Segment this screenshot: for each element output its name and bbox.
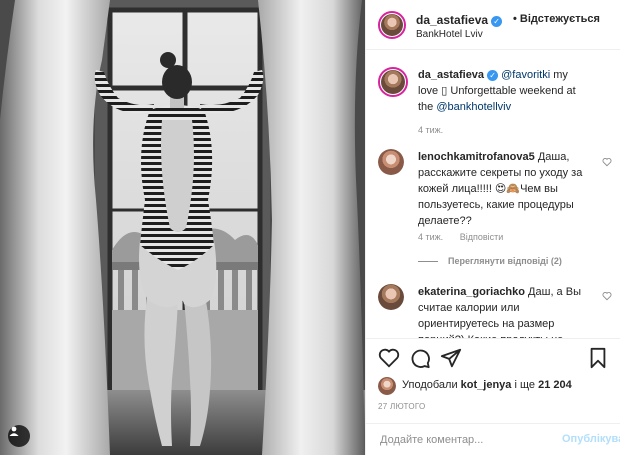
post-photo[interactable] xyxy=(0,0,365,455)
follow-status[interactable]: • Відстежується xyxy=(513,13,600,25)
verified-badge-icon: ✓ xyxy=(487,70,499,81)
publish-button[interactable]: Опублікувати xyxy=(562,433,620,445)
reply-button[interactable]: Відповісти xyxy=(460,232,504,242)
mention-favoritki[interactable]: @favoritki xyxy=(501,69,550,81)
add-comment-bar: Опублікувати xyxy=(366,423,620,456)
user-tag-icon[interactable] xyxy=(8,425,30,447)
likes-count[interactable]: 21 204 xyxy=(538,379,572,391)
liker-avatar[interactable] xyxy=(378,377,396,395)
comment-username[interactable]: lenochkamitrofanova5 xyxy=(418,151,535,163)
caption-username[interactable]: da_astafieva xyxy=(418,69,484,81)
view-replies-button[interactable]: Переглянути відповіді (2) xyxy=(418,256,562,266)
post-location[interactable]: BankHotel Lviv xyxy=(416,29,483,40)
post-header: da_astafieva ✓ • Відстежується BankHotel … xyxy=(366,0,620,50)
caption-avatar[interactable] xyxy=(378,67,408,97)
mention-bankhotellviv[interactable]: @bankhotellviv xyxy=(436,101,511,113)
comment-username[interactable]: ekaterina_goriachko xyxy=(418,286,525,298)
instagram-post: da_astafieva ✓ • Відстежується BankHotel … xyxy=(0,0,620,455)
caption-text: da_astafieva ✓ @favoritki my love ▯ Unfor… xyxy=(418,69,576,113)
comment-input[interactable] xyxy=(380,432,540,448)
author-username[interactable]: da_astafieva ✓ xyxy=(416,13,503,27)
bookmark-icon[interactable] xyxy=(588,347,608,369)
comment-meta: 4 тиж. Відповісти xyxy=(418,232,503,242)
comment-text: lenochkamitrofanova5 Даша, расскажите се… xyxy=(418,151,583,227)
comment-avatar[interactable] xyxy=(378,284,404,310)
comment-avatar[interactable] xyxy=(378,149,404,175)
photo-illustration xyxy=(0,0,365,455)
comment-icon[interactable] xyxy=(409,347,431,369)
comment-text: ekaterina_goriachko Даш, а Вы считае кал… xyxy=(418,286,581,338)
liker-username[interactable]: kot_jenya xyxy=(461,379,512,391)
small-heart-icon[interactable] xyxy=(602,157,612,167)
caption-time[interactable]: 4 тиж. xyxy=(418,125,443,135)
verified-badge-icon: ✓ xyxy=(491,16,503,27)
comment-time[interactable]: 4 тиж. xyxy=(418,232,443,242)
follow-label[interactable]: Відстежується xyxy=(520,13,600,25)
separator-dot: • xyxy=(513,13,517,25)
comments-list[interactable]: da_astafieva ✓ @favoritki my love ▯ Unfor… xyxy=(366,51,620,338)
author-avatar[interactable] xyxy=(378,11,406,39)
post-actions: Уподобали kot_jenya і ще 21 204 27 ЛЮТОГ… xyxy=(366,338,620,455)
small-heart-icon[interactable] xyxy=(602,291,612,301)
heart-icon[interactable] xyxy=(378,347,400,369)
post-side-panel: da_astafieva ✓ • Відстежується BankHotel … xyxy=(365,0,620,455)
paper-plane-icon[interactable] xyxy=(440,347,462,369)
post-date[interactable]: 27 ЛЮТОГО xyxy=(378,402,426,411)
likes-summary[interactable]: Уподобали kot_jenya і ще 21 204 xyxy=(402,379,572,391)
